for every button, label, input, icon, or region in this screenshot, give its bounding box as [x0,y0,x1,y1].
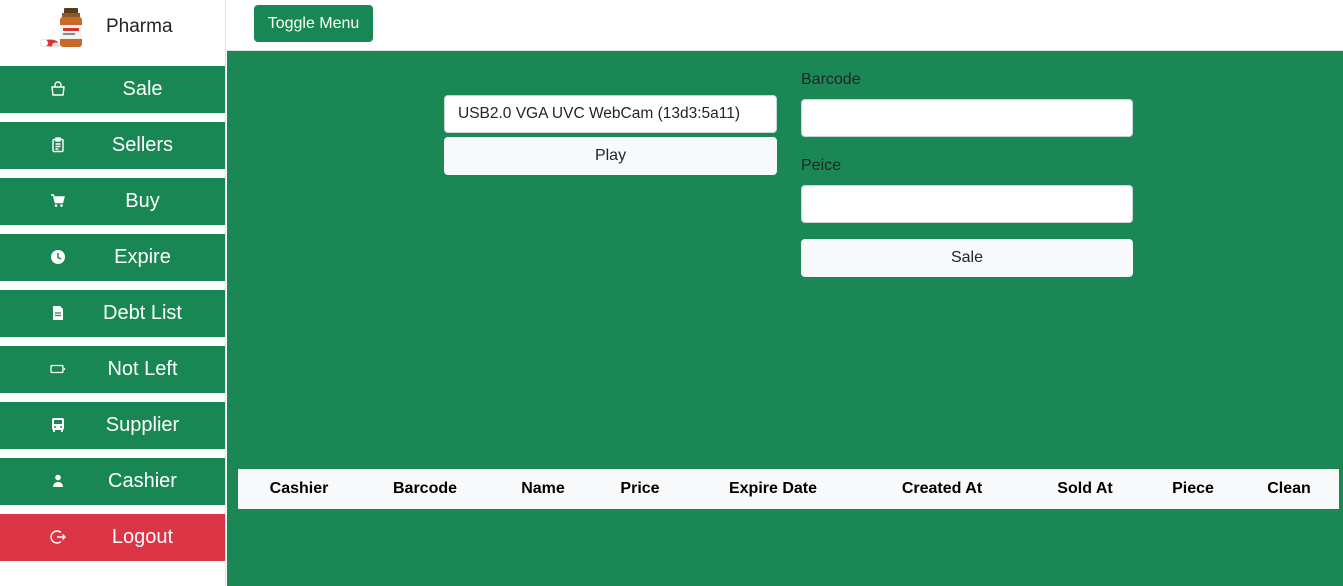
sale-button[interactable]: Sale [801,239,1133,277]
sidebar-item-label: Sellers [111,134,174,156]
column-header-expire-date: Expire Date [728,480,818,497]
sidebar-item-buy[interactable]: Buy [0,178,225,225]
column-header-piece: Piece [1172,480,1214,497]
column-header-barcode: Barcode [392,480,458,497]
main-content: USB2.0 VGA UVC WebCam (13d3:5a11) Play B… [227,51,1343,586]
sidebar-item-sale[interactable]: Sale [0,66,225,113]
sidebar-item-not-left[interactable]: Not Left [0,346,225,393]
sidebar-item-cashier[interactable]: Cashier [0,458,225,505]
sidebar-item-label: Expire [114,246,171,268]
sidebar-item-logout[interactable]: Logout [0,514,225,561]
brand[interactable]: Pharma [0,0,226,56]
piece-input[interactable] [801,185,1133,223]
barcode-input[interactable] [801,99,1133,137]
column-header-cashier: Cashier [269,480,329,497]
sidebar-item-label: Sale [122,78,163,100]
column-header-clean: Clean [1267,480,1311,497]
sales-table-header: Cashier Barcode Name Price Expire Date C… [238,469,1339,509]
sidebar-item-expire[interactable]: Expire [0,234,225,281]
sidebar-item-label: Cashier [108,470,177,492]
medicine-bottle-icon [39,8,82,48]
piece-label: Peice [801,157,842,174]
toggle-menu-button[interactable]: Toggle Menu [254,5,373,42]
column-header-sold-at: Sold At [1057,480,1113,497]
sidebar-item-label: Logout [111,526,174,548]
sidebar-item-label: Debt List [103,302,182,324]
sidebar-item-debt-list[interactable]: Debt List [0,290,225,337]
brand-name: Pharma [106,16,173,37]
play-button[interactable]: Play [444,137,777,175]
top-bar: Toggle Menu [226,0,1343,51]
camera-select[interactable]: USB2.0 VGA UVC WebCam (13d3:5a11) [444,95,777,133]
sidebar-item-label: Buy [125,190,160,212]
sidebar-item-supplier[interactable]: Supplier [0,402,225,449]
sidebar: Pharma Sale Sellers Buy Expire Debt List [0,0,226,586]
sidebar-item-sellers[interactable]: Sellers [0,122,225,169]
column-header-created-at: Created At [901,480,983,497]
sidebar-item-label: Not Left [107,358,178,380]
barcode-label: Barcode [801,71,861,88]
column-header-price: Price [620,480,660,497]
sidebar-item-label: Supplier [105,414,180,436]
column-header-name: Name [521,480,565,497]
